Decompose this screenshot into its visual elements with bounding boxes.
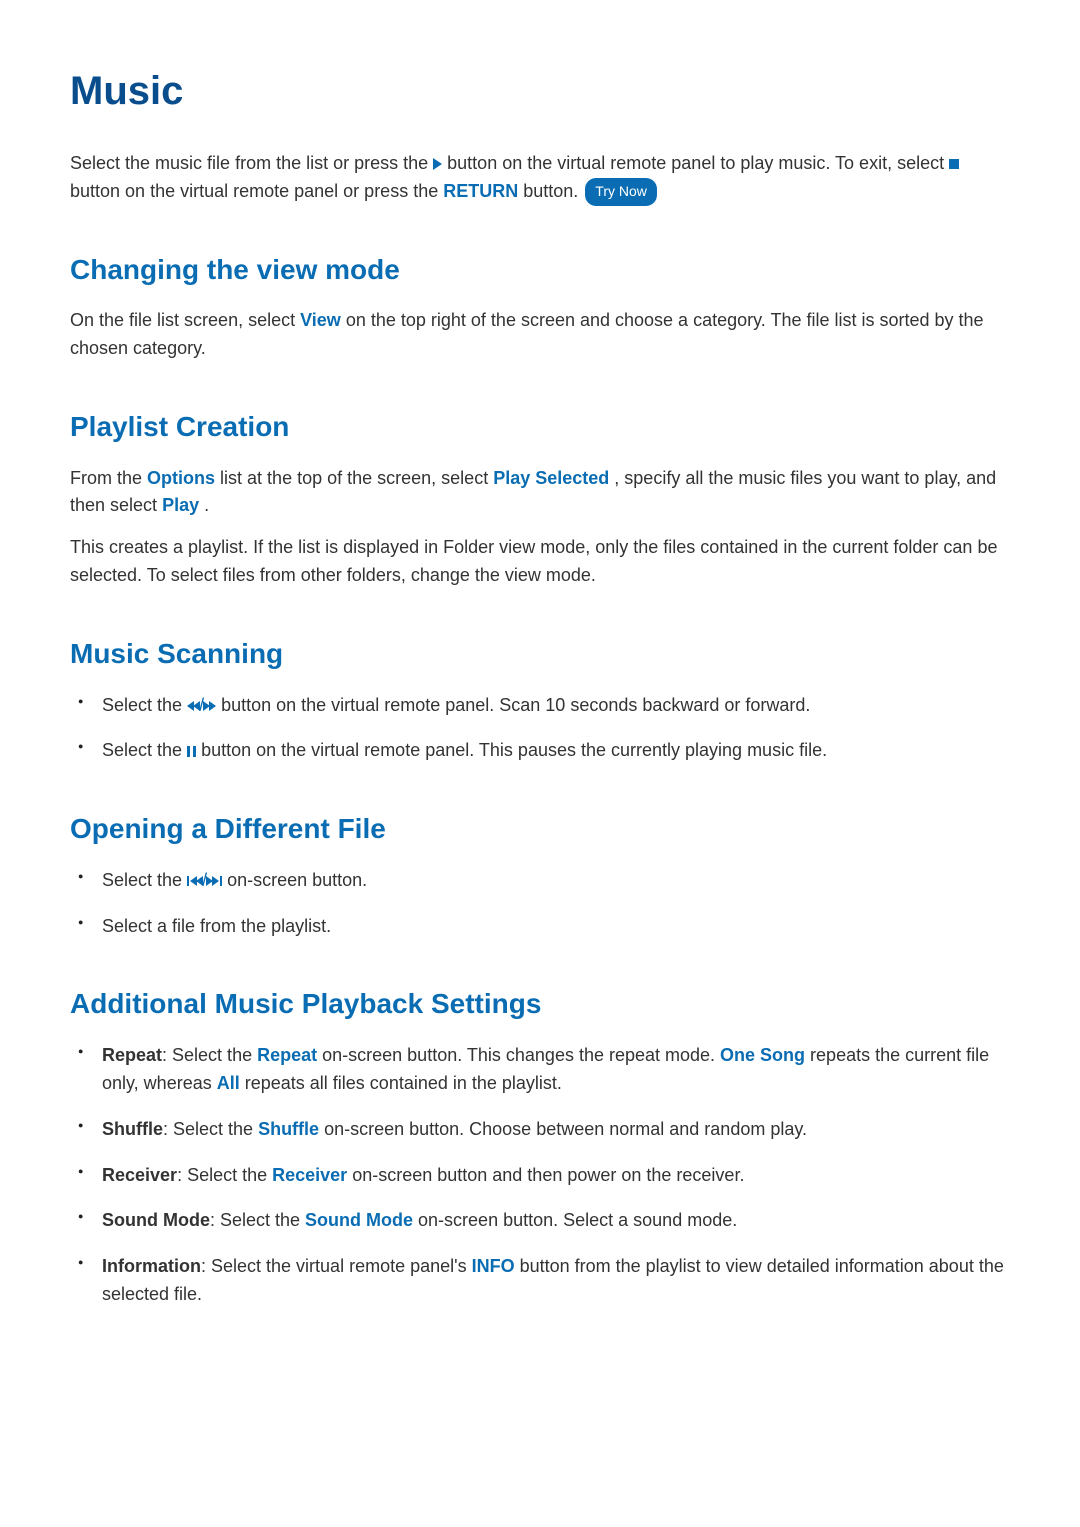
play-label: Play <box>162 495 199 515</box>
shuffle-highlight: Shuffle <box>258 1119 319 1139</box>
return-label: RETURN <box>443 181 518 201</box>
intro-text: Select the music file from the list or p… <box>70 153 433 173</box>
play-selected-label: Play Selected <box>493 468 609 488</box>
list-item: Repeat: Select the Repeat on-screen butt… <box>102 1042 1010 1098</box>
body-text: on-screen button. Choose between normal … <box>319 1119 807 1139</box>
intro-paragraph: Select the music file from the list or p… <box>70 150 1010 206</box>
list-item: Select the / button on the virtual remot… <box>102 692 1010 720</box>
body-text: button on the virtual remote panel. This… <box>201 740 827 760</box>
info-highlight: INFO <box>472 1256 515 1276</box>
view-label: View <box>300 310 341 330</box>
one-song-highlight: One Song <box>720 1045 805 1065</box>
intro-text: button on the virtual remote panel or pr… <box>70 181 443 201</box>
stop-icon <box>949 159 959 169</box>
receiver-label: Receiver <box>102 1165 177 1185</box>
prev-track-icon <box>190 876 202 886</box>
next-track-icon <box>207 876 219 886</box>
next-bar-icon <box>220 876 222 886</box>
view-mode-paragraph: On the file list screen, select View on … <box>70 307 1010 363</box>
body-text: on-screen button. This changes the repea… <box>317 1045 720 1065</box>
body-text: : Select the <box>177 1165 272 1185</box>
body-text: From the <box>70 468 147 488</box>
playlist-paragraph-2: This creates a playlist. If the list is … <box>70 534 1010 590</box>
list-item: Shuffle: Select the Shuffle on-screen bu… <box>102 1116 1010 1144</box>
section-changing-view-mode: Changing the view mode <box>70 248 1010 291</box>
sound-mode-label: Sound Mode <box>102 1210 210 1230</box>
page-title: Music <box>70 60 1010 122</box>
additional-settings-list: Repeat: Select the Repeat on-screen butt… <box>70 1042 1010 1309</box>
try-now-badge[interactable]: Try Now <box>585 178 657 206</box>
play-icon <box>433 158 442 170</box>
body-text: Select the <box>102 870 187 890</box>
fast-forward-icon <box>204 701 216 711</box>
body-text: : Select the <box>210 1210 305 1230</box>
body-text: Select the <box>102 740 187 760</box>
opening-file-list: Select the / on-screen button. Select a … <box>70 867 1010 941</box>
all-highlight: All <box>217 1073 240 1093</box>
receiver-highlight: Receiver <box>272 1165 347 1185</box>
section-playlist-creation: Playlist Creation <box>70 405 1010 448</box>
list-item: Select a file from the playlist. <box>102 913 1010 941</box>
playlist-paragraph-1: From the Options list at the top of the … <box>70 465 1010 521</box>
prev-bar-icon <box>187 876 189 886</box>
options-label: Options <box>147 468 215 488</box>
body-text: on-screen button and then power on the r… <box>347 1165 744 1185</box>
sound-mode-highlight: Sound Mode <box>305 1210 413 1230</box>
body-text: on-screen button. <box>227 870 367 890</box>
body-text: button on the virtual remote panel. Scan… <box>221 695 810 715</box>
section-additional-playback: Additional Music Playback Settings <box>70 982 1010 1025</box>
body-text: on-screen button. Select a sound mode. <box>413 1210 737 1230</box>
rewind-icon <box>187 701 199 711</box>
information-label: Information <box>102 1256 201 1276</box>
shuffle-label: Shuffle <box>102 1119 163 1139</box>
intro-text: button. <box>523 181 583 201</box>
section-music-scanning: Music Scanning <box>70 632 1010 675</box>
body-text: : Select the <box>162 1045 257 1065</box>
list-item: Receiver: Select the Receiver on-screen … <box>102 1162 1010 1190</box>
section-opening-different-file: Opening a Different File <box>70 807 1010 850</box>
body-text: repeats all files contained in the playl… <box>240 1073 562 1093</box>
list-item: Select the / on-screen button. <box>102 867 1010 895</box>
repeat-highlight: Repeat <box>257 1045 317 1065</box>
pause-icon <box>187 746 196 757</box>
body-text: : Select the virtual remote panel's <box>201 1256 472 1276</box>
list-item: Sound Mode: Select the Sound Mode on-scr… <box>102 1207 1010 1235</box>
list-item: Select the button on the virtual remote … <box>102 737 1010 765</box>
body-text: On the file list screen, select <box>70 310 300 330</box>
intro-text: button on the virtual remote panel to pl… <box>447 153 949 173</box>
body-text: Select the <box>102 695 187 715</box>
repeat-label: Repeat <box>102 1045 162 1065</box>
body-text: . <box>204 495 209 515</box>
body-text: list at the top of the screen, select <box>220 468 493 488</box>
music-scanning-list: Select the / button on the virtual remot… <box>70 692 1010 766</box>
body-text: : Select the <box>163 1119 258 1139</box>
list-item: Information: Select the virtual remote p… <box>102 1253 1010 1309</box>
